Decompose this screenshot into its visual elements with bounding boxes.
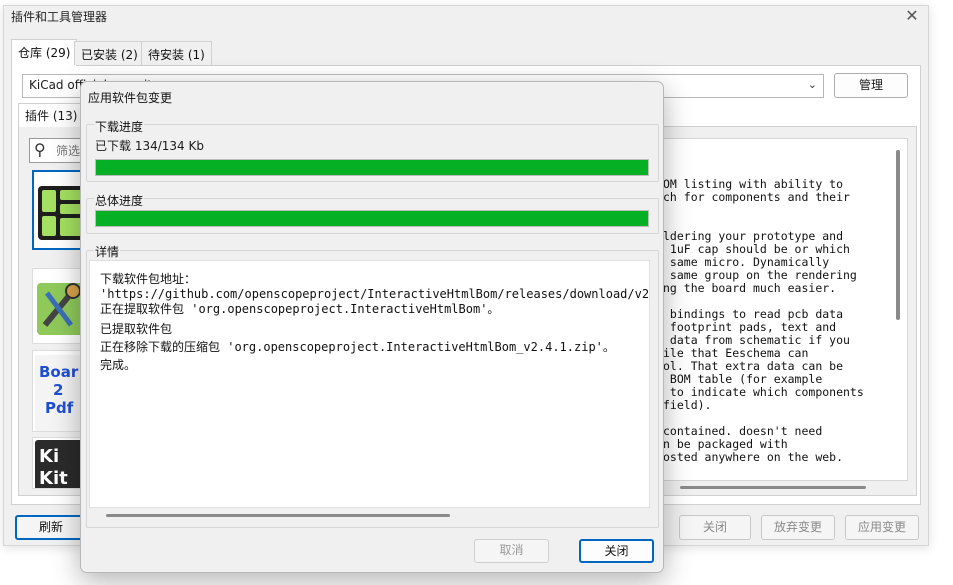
discard-changes-button[interactable]: 放弃变更 (761, 515, 835, 540)
svg-text:2: 2 (53, 381, 63, 399)
description-line (663, 204, 907, 217)
svg-text:Kit: Kit (39, 468, 68, 489)
overall-progress-fill (96, 211, 648, 226)
description-line: osted anywhere on the web. (663, 450, 844, 464)
window-close-icon[interactable]: ✕ (902, 6, 922, 26)
details-hscrollbar[interactable] (106, 514, 450, 517)
description-line: ch for components and their (663, 190, 850, 204)
details-label: 详情 (94, 243, 121, 260)
package-description: OM listing with ability to ch for compon… (662, 138, 908, 481)
tab-repository[interactable]: 仓库 (29) (11, 39, 78, 66)
close-button[interactable]: 关闭 (579, 539, 654, 563)
download-progress-bar (95, 159, 649, 176)
tab-pending[interactable]: 待安装 (1) (141, 41, 212, 65)
svg-text:Ki: Ki (39, 446, 59, 467)
download-progress-fill (96, 160, 648, 175)
description-line: field). (663, 398, 712, 412)
svg-text:Boar: Boar (39, 363, 79, 381)
description-vscrollbar[interactable] (896, 150, 900, 320)
manage-button[interactable]: 管理 (834, 73, 908, 98)
board2pdf-logo-icon: Boar 2 Pdf (35, 355, 85, 431)
cancel-button[interactable]: 取消 (474, 539, 549, 563)
chevron-down-icon: ⌄ (807, 78, 817, 91)
details-line: 'https://github.com/openscopeproject/Int… (100, 287, 650, 301)
svg-text:Pdf: Pdf (45, 399, 74, 417)
download-progress-label: 下载进度 (94, 118, 145, 135)
kikit-logo-icon: Ki Kit (35, 440, 85, 489)
dialog-title: 应用软件包变更 (88, 91, 173, 105)
description-line: ng the board much easier. (663, 281, 837, 295)
search-icon: ⚲ (34, 140, 46, 159)
wrench-icon (37, 283, 85, 335)
details-line: 正在移除下载的压缩包 'org.openscopeproject.Interac… (100, 340, 615, 354)
details-line: 下载软件包地址： (100, 272, 197, 286)
download-status: 已下载 134/134 Kb (95, 139, 204, 153)
overall-progress-bar (95, 210, 649, 227)
tab-installed[interactable]: 已安装 (2) (74, 41, 145, 65)
apply-changes-button[interactable]: 应用变更 (845, 515, 919, 540)
description-hscrollbar[interactable] (680, 486, 866, 489)
filter-placeholder: 筛选 (56, 144, 81, 158)
details-line: 已提取软件包 (100, 322, 173, 336)
details-log[interactable]: 下载软件包地址： 'https://github.com/openscopepr… (89, 260, 650, 508)
overall-progress-label: 总体进度 (94, 192, 145, 209)
window-title: 插件和工具管理器 (11, 10, 108, 24)
refresh-button[interactable]: 刷新 (15, 515, 87, 540)
details-line: 完成。 (100, 358, 137, 372)
main-close-button[interactable]: 关闭 (679, 515, 751, 540)
bom-logo-icon (38, 186, 86, 240)
details-line: 正在提取软件包 'org.openscopeproject.Interactiv… (100, 302, 500, 316)
tab-plugins[interactable]: 插件 (13) (18, 103, 85, 127)
